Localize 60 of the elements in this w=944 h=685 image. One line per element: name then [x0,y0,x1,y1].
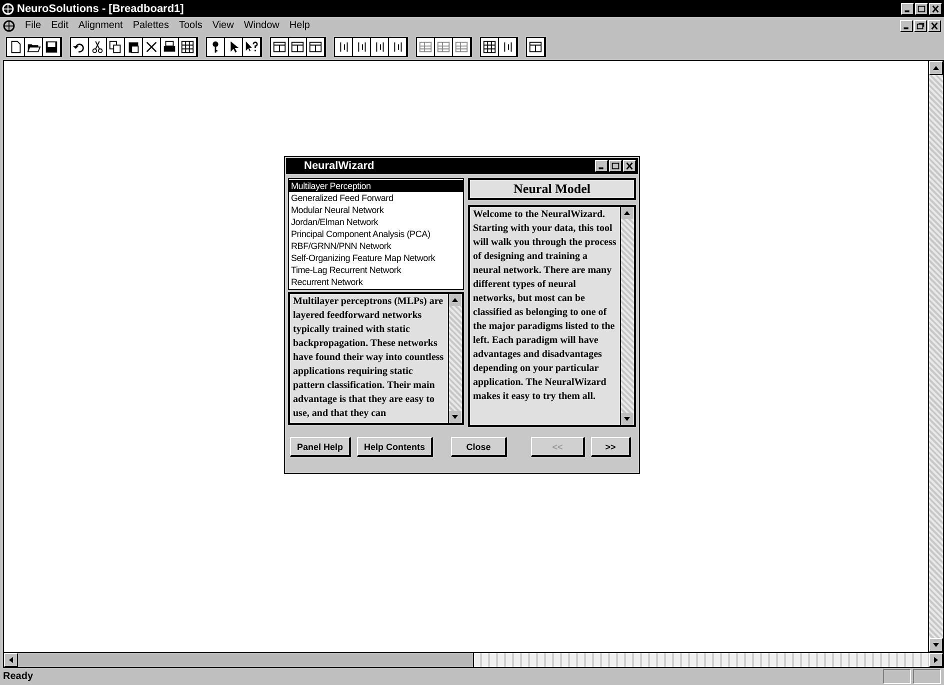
table-icon[interactable] [435,38,453,56]
minimize-icon[interactable] [595,160,608,172]
list-item[interactable]: RBF/GRNN/PNN Network [289,240,463,252]
menu-item[interactable]: Edit [51,20,68,31]
list-item[interactable]: Multilayer Perception [289,180,463,192]
scrollbar[interactable] [448,294,462,423]
status-text: Ready [3,671,34,682]
dialog-title: NeuralWizard [304,160,374,172]
list-item[interactable]: Modular Neural Network [289,204,463,216]
list-item[interactable]: Time-Lag Recurrent Network [289,264,463,276]
dialog-button[interactable]: Close [451,437,508,457]
copy-icon[interactable] [107,38,125,56]
menu-item[interactable]: Help [289,20,310,31]
minimize-icon[interactable] [900,20,913,32]
restore-icon[interactable] [914,20,927,32]
list-item[interactable]: Principal Component Analysis (PCA) [289,228,463,240]
menu-item[interactable]: Window [244,20,280,31]
panel-title: Neural Model [468,178,636,200]
list-item[interactable]: Recurrent Network [289,276,463,288]
app-icon [2,2,14,14]
close-icon[interactable] [929,2,942,14]
folder-icon[interactable] [25,38,43,56]
menu-item[interactable]: File [25,20,42,31]
maximize-icon[interactable] [915,2,928,14]
dialog-button[interactable]: >> [591,437,632,457]
table-icon[interactable] [453,38,471,56]
window-title: NeuroSolutions - [Breadboard1] [17,2,184,14]
maximize-icon[interactable] [609,160,622,172]
grid-icon[interactable] [481,38,499,56]
undo-icon[interactable] [71,38,89,56]
menu-item[interactable]: Palettes [132,20,169,31]
window-icon[interactable] [307,38,325,56]
vertical-scrollbar[interactable] [928,61,943,652]
grid-icon[interactable] [179,38,197,56]
welcome-text: Welcome to the NeuralWizard. Starting with your data, this tool will walk you through the process of designing and training a neural network. There are many different types of neural networks, but most can be classified as belonging to one of the major paradigms listed to the left. Each paradigm will have advantages and disadvantages depending on your particular application. The NeuralWizard makes it easy to try them all. [472,208,618,404]
menu-item[interactable]: View [212,20,234,31]
dialog-button[interactable]: Help Contents [357,437,434,457]
cross-icon[interactable] [143,38,161,56]
status-panel [913,669,941,684]
document-icon[interactable] [3,20,15,32]
dialog-button[interactable]: Panel Help [290,437,352,457]
window-icon[interactable] [527,38,545,56]
scissors-icon[interactable] [89,38,107,56]
list-item[interactable]: Generalized Feed Forward [289,192,463,204]
list-item[interactable]: Self-Organizing Feature Map Network [289,252,463,264]
description-text: Multilayer perceptrons (MLPs) are layered feedforward networks typically trained with static backpropagation. These networks have found their way into countless applications requiring static pattern classification. Their main advantage is that they are easy to use, and that they can [292,295,445,421]
window-icon[interactable] [271,38,289,56]
menu-item[interactable]: Tools [178,20,202,31]
list-item[interactable]: Jordan/Elman Network [289,216,463,228]
table-icon[interactable] [417,38,435,56]
scrollbar[interactable] [620,207,634,425]
close-icon[interactable] [623,160,636,172]
horizontal-scrollbar[interactable] [4,652,943,667]
window-icon[interactable] [289,38,307,56]
status-panel [883,669,911,684]
menu-item[interactable]: Alignment [78,20,123,31]
close-icon[interactable] [928,20,941,32]
print-icon[interactable] [161,38,179,56]
minimize-icon[interactable] [901,2,914,14]
help-pointer-icon[interactable] [243,38,261,56]
